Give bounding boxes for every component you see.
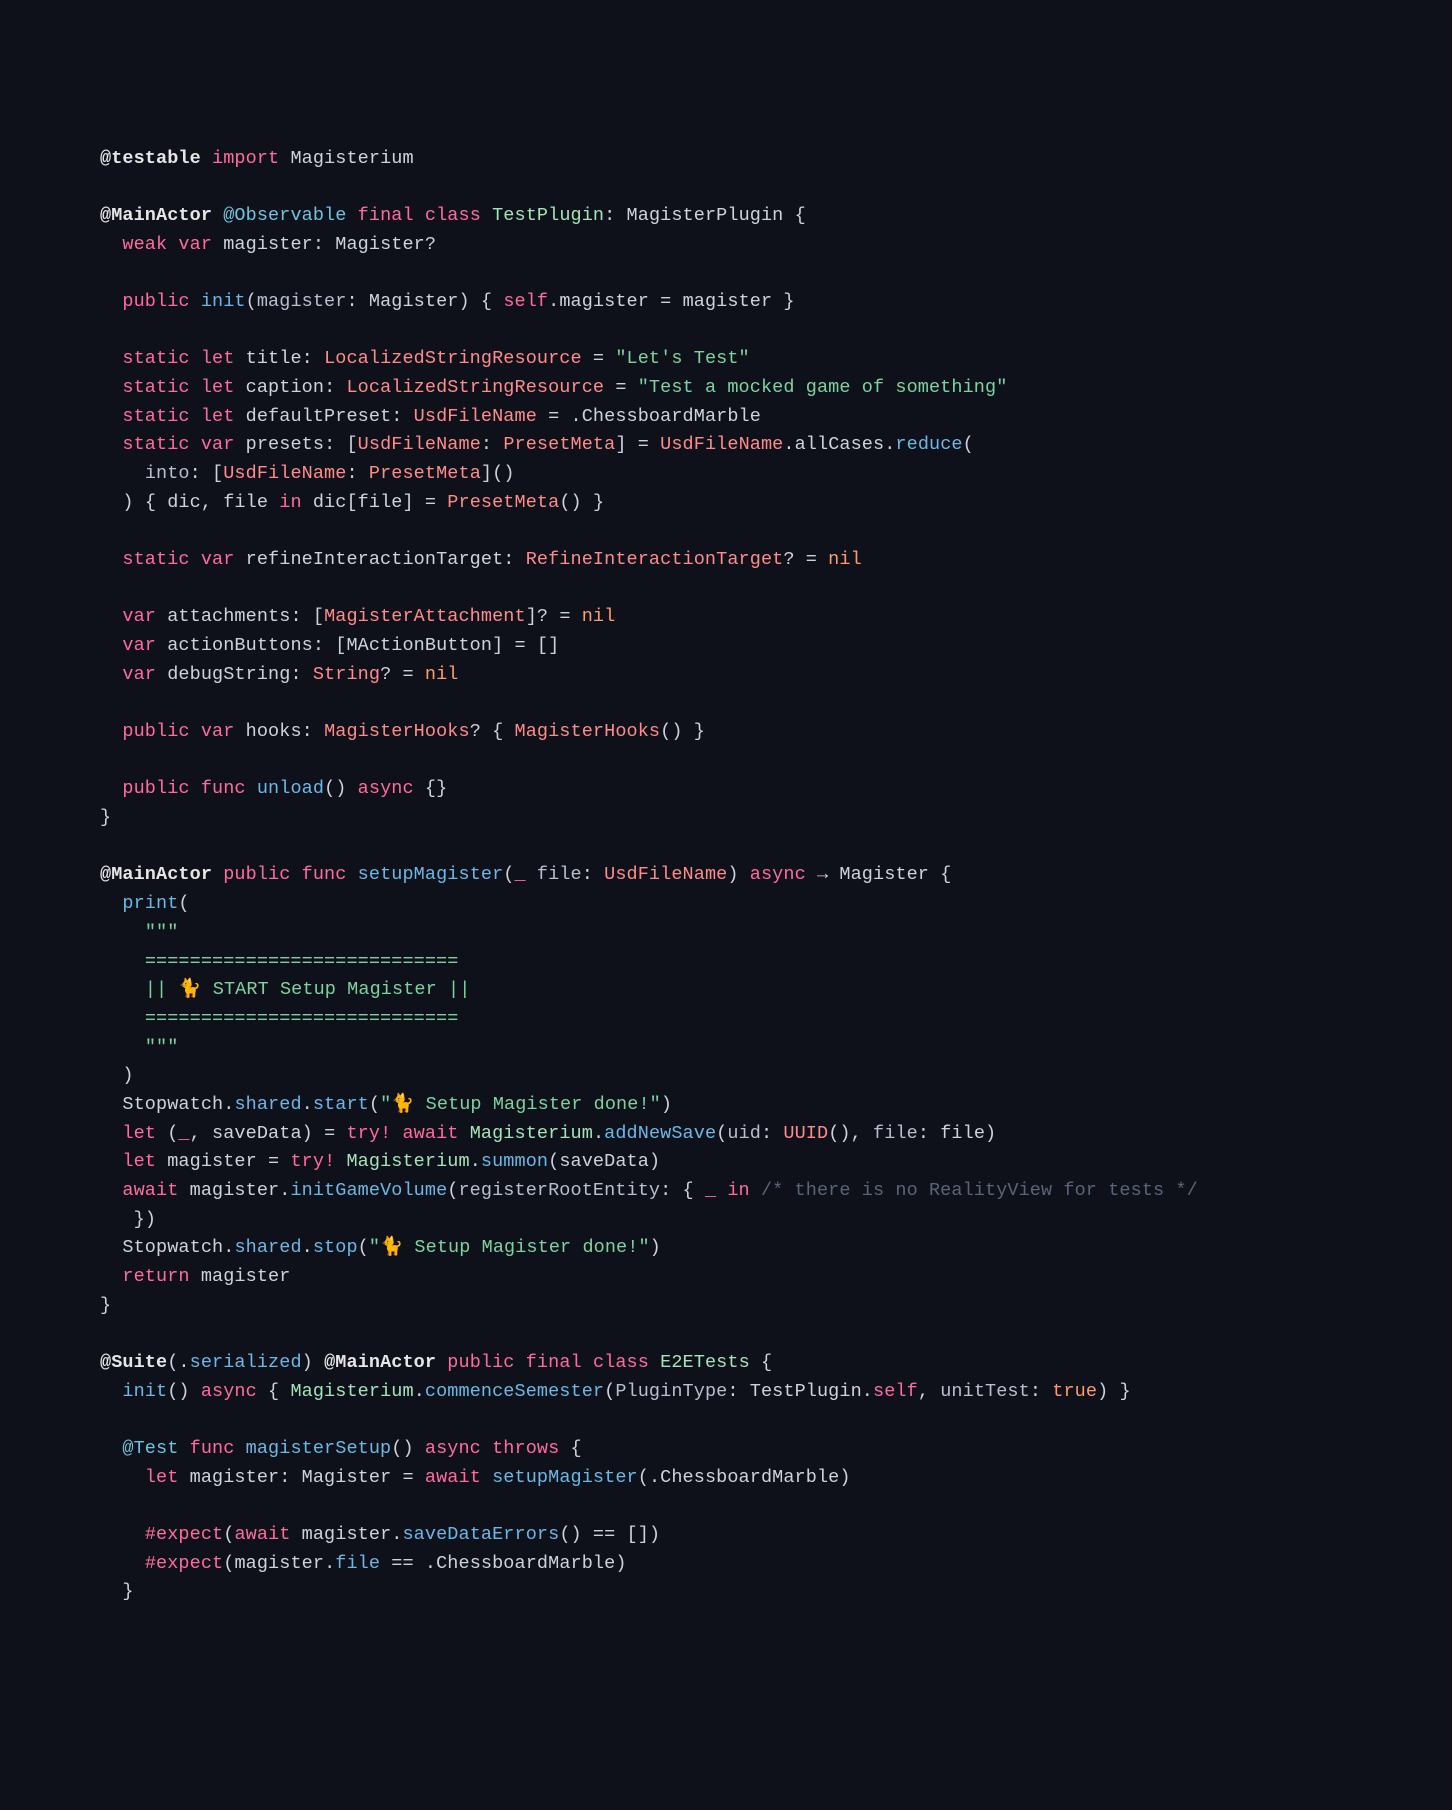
code-line: } (100, 807, 111, 828)
code-line: @testable import Magisterium (100, 148, 414, 169)
code-line: ) (100, 1065, 134, 1086)
code-line: ============================ (100, 951, 458, 972)
code-line: @MainActor @Observable final class TestP… (100, 205, 806, 226)
code-line: ============================ (100, 1008, 458, 1029)
code-line: let (_, saveData) = try! await Magisteri… (100, 1123, 996, 1144)
code-line: Stopwatch.shared.stop("🐈 Setup Magister … (100, 1237, 661, 1258)
code-line: print( (100, 893, 190, 914)
code-line: await magister.initGameVolume(registerRo… (100, 1180, 1198, 1201)
code-line: let magister = try! Magisterium.summon(s… (100, 1151, 660, 1172)
code-line: var actionButtons: [MActionButton] = [] (100, 635, 559, 656)
code-line: let magister: Magister = await setupMagi… (100, 1467, 851, 1488)
code-line: weak var magister: Magister? (100, 234, 436, 255)
code-line: ) { dic, file in dic[file] = PresetMeta(… (100, 492, 604, 513)
code-line: var debugString: String? = nil (100, 664, 459, 685)
code-line: public func unload() async {} (100, 778, 447, 799)
code-line: into: [UsdFileName: PresetMeta]() (100, 463, 515, 484)
code-line: var attachments: [MagisterAttachment]? =… (100, 606, 615, 627)
code-line: static let caption: LocalizedStringResou… (100, 377, 1007, 398)
code-line: Stopwatch.shared.start("🐈 Setup Magister… (100, 1094, 672, 1115)
code-line: static var presets: [UsdFileName: Preset… (100, 434, 974, 455)
code-line: public var hooks: MagisterHooks? { Magis… (100, 721, 705, 742)
code-line: #expect(await magister.saveDataErrors() … (100, 1524, 660, 1545)
code-line: public init(magister: Magister) { self.m… (100, 291, 795, 312)
code-editor[interactable]: @testable import Magisterium @MainActor … (0, 145, 1452, 1607)
code-line: """ (100, 1037, 178, 1058)
code-line: || 🐈 START Setup Magister || (100, 979, 470, 1000)
code-line: static let title: LocalizedStringResourc… (100, 348, 750, 369)
code-line: @Test func magisterSetup() async throws … (100, 1438, 582, 1459)
code-line: #expect(magister.file == .ChessboardMarb… (100, 1553, 627, 1574)
code-line: """ (100, 922, 178, 943)
code-line: @Suite(.serialized) @MainActor public fi… (100, 1352, 772, 1373)
code-line: @MainActor public func setupMagister(_ f… (100, 864, 951, 885)
code-line: }) (100, 1209, 156, 1230)
code-line: return magister (100, 1266, 290, 1287)
code-line: init() async { Magisterium.commenceSemes… (100, 1381, 1131, 1402)
code-line: static var refineInteractionTarget: Refi… (100, 549, 862, 570)
code-line: } (100, 1295, 111, 1316)
code-line: } (100, 1581, 134, 1602)
code-line: static let defaultPreset: UsdFileName = … (100, 406, 761, 427)
